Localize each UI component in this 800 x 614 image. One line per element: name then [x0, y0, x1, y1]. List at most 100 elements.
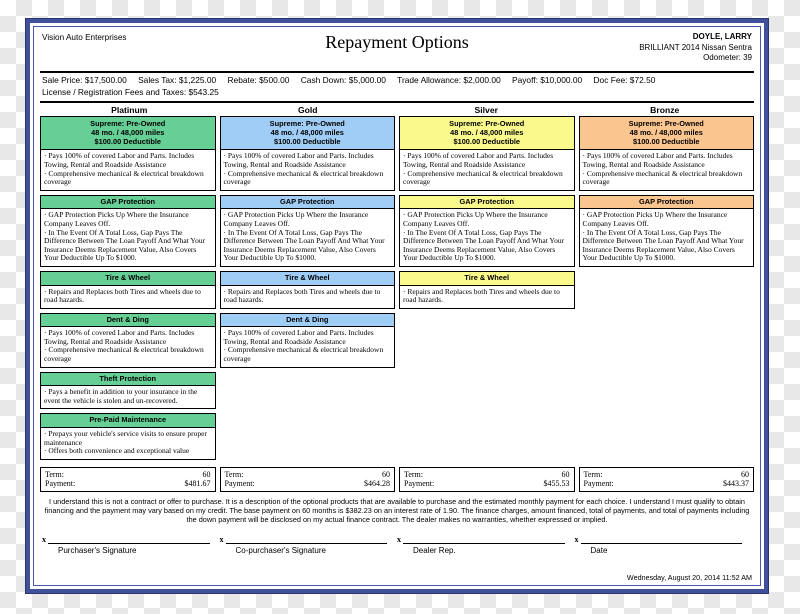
product-gap-gold: GAP Protection · GAP Protection Picks Up… [219, 194, 395, 267]
product-tire-gold: Tire & Wheel · Repairs and Replaces both… [219, 270, 395, 309]
gap-benefit-2: · In The Event Of A Total Loss, Gap Pays… [44, 227, 206, 263]
tire-benefit-1: · Repairs and Replaces both Tires and wh… [223, 286, 381, 305]
gap-benefit-2: · In The Event Of A Total Loss, Gap Pays… [223, 227, 385, 263]
payment-value: $455.53 [543, 479, 570, 489]
document-window: Vision Auto Enterprises Repayment Option… [26, 19, 768, 593]
payoff: Payoff: $10,000.00 [512, 75, 583, 85]
product-title: GAP Protection [41, 195, 215, 210]
product-title: GAP Protection [220, 195, 394, 210]
doc-fee: Doc Fee: $72.50 [593, 75, 656, 85]
product-title: Dent & Ding [220, 313, 394, 328]
payment-value: $464.28 [364, 479, 390, 489]
gap-benefit-1: · GAP Protection Picks Up Where the Insu… [44, 210, 189, 228]
signature-row: x Purchaser's Signature x Co-purchaser's… [40, 534, 754, 555]
gap-benefit-1: · GAP Protection Picks Up Where the Insu… [223, 210, 369, 228]
customer-name: DOYLE, LARRY [692, 32, 752, 41]
column-bronze: Supreme: Pre-Owned 48 mo. / 48,000 miles… [578, 116, 754, 271]
signature-purchaser[interactable]: x Purchaser's Signature [42, 534, 220, 555]
tier-label-row: Platinum Gold Silver Bronze [40, 103, 754, 116]
product-dent-platinum: Dent & Ding · Pays 100% of covered Labor… [40, 312, 216, 368]
signature-copurchaser[interactable]: x Co-purchaser's Signature [220, 534, 398, 555]
dent-benefit-1: · Pays 100% of covered Labor and Parts. … [44, 328, 195, 346]
signature-line[interactable] [580, 534, 742, 544]
theft-benefit-1: · Pays a benefit in addition to your ins… [44, 387, 198, 405]
term-payment-row: Term: 60 Payment: $481.67 Term: 60 Payme… [40, 466, 754, 493]
product-gap-platinum: GAP Protection · GAP Protection Picks Up… [40, 194, 216, 267]
term-value: 60 [382, 469, 390, 479]
plan-head-gold: Supreme: Pre-Owned 48 mo. / 48,000 miles… [219, 116, 395, 191]
gap-benefit-2: · In The Event Of A Total Loss, Gap Pays… [582, 227, 744, 263]
plan-benefit-1: · Pays 100% of covered Labor and Parts. … [582, 151, 733, 169]
signature-x-mark: x [397, 534, 401, 544]
term-box-bronze: Term: 60 Payment: $443.37 [578, 466, 754, 493]
payment-label: Payment: [45, 479, 76, 489]
signature-line[interactable] [48, 534, 210, 544]
print-timestamp: Wednesday, August 20, 2014 11:52 AM [626, 573, 752, 582]
term-box-silver: Term: 60 Payment: $455.53 [399, 466, 575, 493]
customer-block: DOYLE, LARRY BRILLIANT 2014 Nissan Sentr… [639, 32, 752, 64]
term-value: 60 [741, 469, 749, 479]
signature-x-mark: x [574, 534, 579, 544]
product-title: Tire & Wheel [400, 271, 574, 286]
cash-down: Cash Down: $5,000.00 [300, 75, 386, 85]
term-label: Term: [404, 469, 423, 479]
plan-benefit-2: · Comprehensive mechanical & electrical … [223, 168, 384, 187]
plan-benefit-2: · Comprehensive mechanical & electrical … [582, 168, 743, 187]
term-value: 60 [561, 469, 570, 479]
product-title: GAP Protection [400, 195, 574, 210]
tier-label-platinum: Platinum [111, 105, 148, 115]
column-platinum: Supreme: Pre-Owned 48 mo. / 48,000 miles… [40, 116, 216, 464]
sales-tax: Sales Tax: $1,225.00 [138, 75, 217, 85]
signature-label: Date [590, 545, 608, 555]
product-theft-platinum: Theft Protection · Pays a benefit in add… [40, 371, 216, 410]
payment-value: $443.37 [723, 479, 749, 489]
product-title: Dent & Ding [41, 313, 215, 328]
plan-deductible: $100.00 Deductible [632, 136, 700, 146]
gap-benefit-2: · In The Event Of A Total Loss, Gap Pays… [403, 227, 565, 263]
signature-line[interactable] [403, 534, 565, 544]
document-page: Vision Auto Enterprises Repayment Option… [33, 26, 761, 586]
signature-label: Dealer Rep. [413, 545, 456, 555]
vehicle-description: BRILLIANT 2014 Nissan Sentra [639, 42, 752, 52]
plan-benefit-2: · Comprehensive mechanical & electrical … [44, 168, 204, 187]
term-box-platinum: Term: 60 Payment: $481.67 [40, 466, 216, 493]
tier-columns: Supreme: Pre-Owned 48 mo. / 48,000 miles… [40, 116, 754, 464]
legal-disclaimer: I understand this is not a contract or o… [44, 497, 750, 525]
product-title: GAP Protection [579, 195, 753, 210]
plan-head-platinum: Supreme: Pre-Owned 48 mo. / 48,000 miles… [40, 116, 216, 191]
term-label: Term: [224, 469, 244, 479]
payment-label: Payment: [224, 479, 255, 489]
plan-head-bronze: Supreme: Pre-Owned 48 mo. / 48,000 miles… [578, 116, 754, 191]
maintenance-benefit-1: · Prepays your vehicle's service visits … [44, 429, 207, 447]
term-label: Term: [583, 469, 603, 479]
signature-dealer-rep[interactable]: x Dealer Rep. [397, 534, 575, 555]
trade-allowance: Trade Allowance: $2,000.00 [397, 75, 501, 85]
term-box-gold: Term: 60 Payment: $464.28 [219, 466, 395, 493]
plan-deductible: $100.00 Deductible [94, 136, 162, 146]
plan-deductible: $100.00 Deductible [453, 136, 521, 146]
product-title: Pre-Paid Maintenance [41, 414, 215, 429]
license-fees: License / Registration Fees and Taxes: $… [42, 86, 219, 97]
signature-label: Purchaser's Signature [58, 545, 137, 555]
dent-benefit-1: · Pays 100% of covered Labor and Parts. … [223, 328, 374, 346]
product-tire-silver: Tire & Wheel · Repairs and Replaces both… [399, 270, 575, 309]
dent-benefit-2: · Comprehensive mechanical & electrical … [223, 345, 384, 364]
signature-line[interactable] [225, 534, 387, 544]
odometer-reading: Odometer: 39 [703, 53, 752, 62]
product-gap-bronze: GAP Protection · GAP Protection Picks Up… [578, 194, 754, 267]
plan-benefit-1: · Pays 100% of covered Labor and Parts. … [223, 151, 374, 169]
signature-date[interactable]: x Date [575, 534, 753, 555]
tier-label-gold: Gold [297, 105, 318, 115]
plan-benefit-2: · Comprehensive mechanical & electrical … [403, 168, 563, 187]
product-gap-silver: GAP Protection · GAP Protection Picks Up… [399, 194, 575, 267]
product-dent-gold: Dent & Ding · Pays 100% of covered Labor… [219, 312, 395, 368]
maintenance-benefit-2: · Offers both convenience and exceptiona… [44, 446, 190, 456]
payment-value: $481.67 [184, 479, 211, 489]
product-title: Tire & Wheel [41, 271, 215, 286]
payment-label: Payment: [583, 479, 614, 489]
product-tire-platinum: Tire & Wheel · Repairs and Replaces both… [40, 270, 216, 309]
sale-price: Sale Price: $17,500.00 [42, 75, 127, 85]
signature-x-mark: x [42, 534, 46, 544]
deal-summary-bar: Sale Price: $17,500.00 Sales Tax: $1,225… [40, 73, 754, 103]
gap-benefit-1: · GAP Protection Picks Up Where the Insu… [582, 210, 728, 228]
